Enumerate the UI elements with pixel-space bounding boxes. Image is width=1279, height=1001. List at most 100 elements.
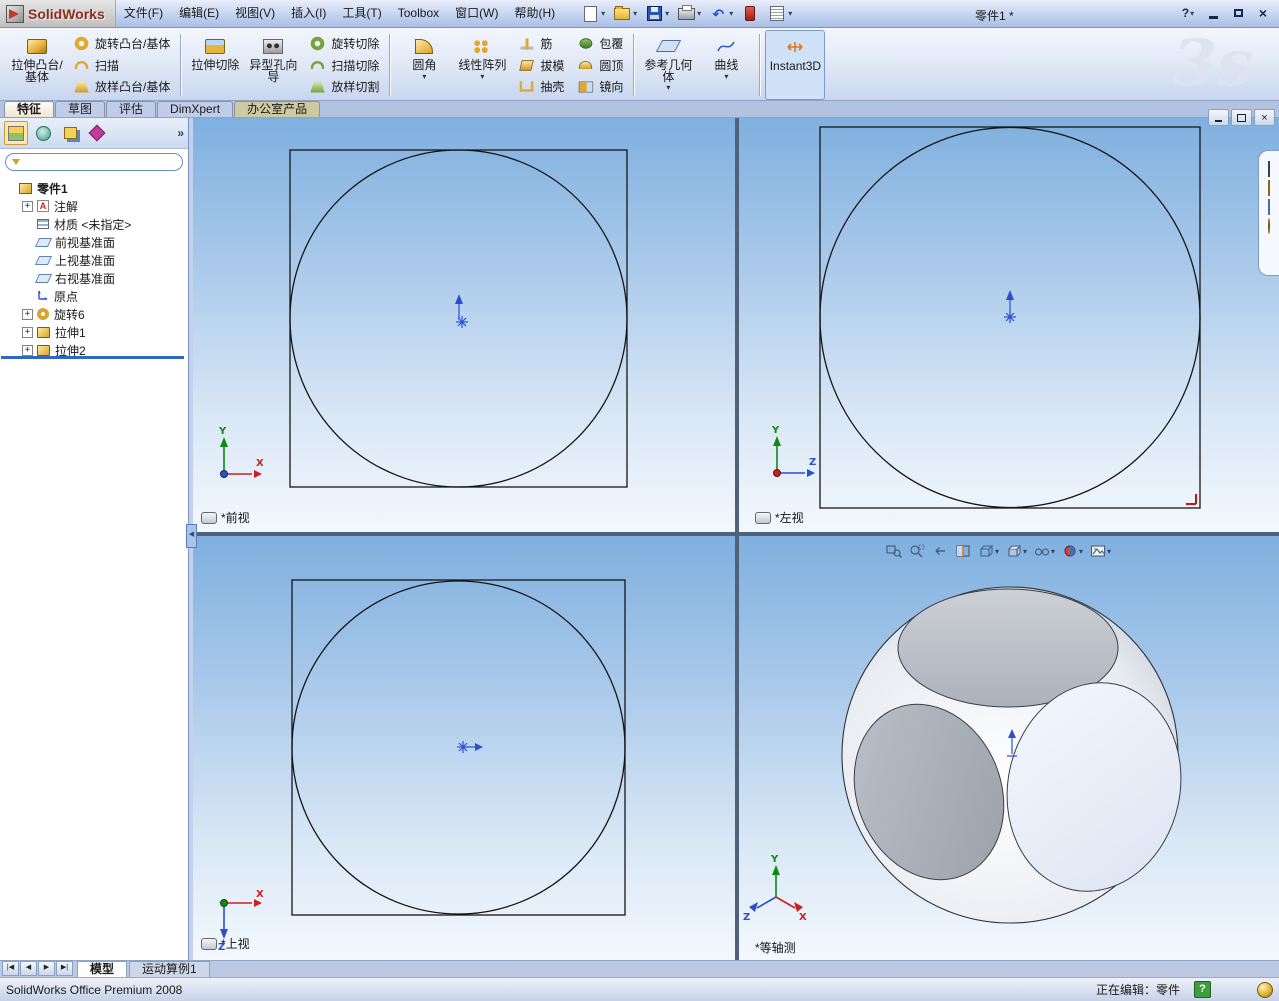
- linear-pattern-dropdown[interactable]: ▾: [480, 72, 484, 80]
- reference-geometry-dropdown[interactable]: ▾: [666, 84, 670, 92]
- help-button[interactable]: ? ▾: [1180, 4, 1196, 22]
- doc-minimize-button[interactable]: [1208, 109, 1229, 126]
- save-button[interactable]: ▾: [641, 3, 672, 25]
- tree-item-part[interactable]: 零件1: [0, 179, 188, 197]
- curves-button[interactable]: 曲线 ▾: [697, 30, 755, 100]
- maximize-button[interactable]: [1230, 4, 1246, 22]
- viewport-left[interactable]: Y Z *左视: [739, 118, 1279, 532]
- menu-help[interactable]: 帮助(H): [506, 0, 563, 27]
- viewport-isometric[interactable]: Y X Z ▾ ▾ ▾ ▾ ▾ *等轴测: [739, 536, 1279, 960]
- scroll-prev-button[interactable]: ◀: [20, 961, 37, 976]
- filter-input[interactable]: [24, 155, 176, 169]
- menu-file[interactable]: 文件(F): [116, 0, 171, 27]
- menu-toolbox[interactable]: Toolbox: [390, 0, 447, 27]
- viewport-front[interactable]: Y X *前视: [193, 118, 735, 532]
- top-view-canvas[interactable]: X Z: [193, 536, 735, 960]
- expander-icon[interactable]: +: [22, 326, 33, 338]
- scene-button[interactable]: ▾: [1088, 542, 1113, 560]
- appearances-button[interactable]: [1268, 218, 1270, 234]
- rib-button[interactable]: 筋: [513, 33, 568, 54]
- tree-item-extrude1[interactable]: + 拉伸1: [0, 323, 188, 341]
- linear-pattern-button[interactable]: 线性阵列 ▾: [453, 30, 511, 100]
- expander-icon[interactable]: +: [22, 200, 33, 212]
- tab-sketch[interactable]: 草图: [55, 101, 106, 117]
- rebuild-button[interactable]: [737, 3, 763, 25]
- sweep-boss-button[interactable]: 扫描: [68, 55, 174, 76]
- panel-overflow-button[interactable]: »: [177, 126, 184, 140]
- tree-item-revolve6[interactable]: + 旋转6: [0, 305, 188, 323]
- scroll-next-button[interactable]: ▶: [38, 961, 55, 976]
- tree-item-front-plane[interactable]: 前视基准面: [0, 233, 188, 251]
- mirror-button[interactable]: 镜向: [572, 76, 627, 97]
- menu-view[interactable]: 视图(V): [227, 0, 283, 27]
- wrap-button[interactable]: 包覆: [572, 33, 627, 54]
- curves-dropdown[interactable]: ▾: [724, 72, 728, 80]
- viewport-top[interactable]: X Z *上视: [193, 536, 735, 960]
- hole-wizard-button[interactable]: 异型孔向导: [244, 30, 302, 100]
- front-view-canvas[interactable]: Y X: [193, 118, 735, 532]
- reference-geometry-button[interactable]: 参考几何体 ▾: [639, 30, 697, 100]
- solid-model[interactable]: [829, 586, 1200, 924]
- tree-item-right-plane[interactable]: 右视基准面: [0, 269, 188, 287]
- doc-restore-button[interactable]: [1231, 109, 1252, 126]
- revolve-boss-button[interactable]: 旋转凸台/基体: [68, 33, 174, 54]
- menu-tools[interactable]: 工具(T): [334, 0, 389, 27]
- extrude-boss-button[interactable]: 拉伸凸台/基体: [8, 30, 66, 100]
- zoom-area-button[interactable]: [907, 542, 927, 560]
- previous-view-button[interactable]: [930, 542, 950, 560]
- rollback-bar[interactable]: [1, 356, 184, 359]
- dimxpertmanager-tab[interactable]: [85, 121, 109, 145]
- loft-cut-button[interactable]: 放样切割: [304, 76, 383, 97]
- instant3d-button[interactable]: Instant3D: [765, 30, 826, 100]
- view-palette-button[interactable]: [1268, 199, 1270, 215]
- doc-close-button[interactable]: ×: [1254, 109, 1275, 126]
- shell-button[interactable]: 抽壳: [513, 76, 568, 97]
- undo-button[interactable]: ↶ ▾: [705, 3, 736, 25]
- new-button[interactable]: ▾: [577, 3, 608, 25]
- scroll-first-button[interactable]: |◀: [2, 961, 19, 976]
- display-style-button[interactable]: ▾: [1004, 542, 1029, 560]
- pane-splitter-handle[interactable]: ◀: [186, 524, 197, 548]
- left-view-canvas[interactable]: Y Z: [739, 118, 1279, 532]
- tab-office-products[interactable]: 办公室产品: [234, 101, 321, 117]
- loft-boss-button[interactable]: 放样凸台/基体: [68, 76, 174, 97]
- tab-model[interactable]: 模型: [77, 961, 128, 977]
- tab-dimxpert[interactable]: DimXpert: [157, 101, 234, 117]
- horizontal-viewport-splitter[interactable]: [189, 532, 1279, 536]
- sweep-cut-button[interactable]: 扫描切除: [304, 55, 383, 76]
- quick-tips-button[interactable]: ?: [1194, 981, 1211, 998]
- print-button[interactable]: ▾: [673, 3, 704, 25]
- propertymanager-tab[interactable]: [31, 121, 55, 145]
- open-button[interactable]: ▾: [609, 3, 640, 25]
- section-view-button[interactable]: [953, 542, 973, 560]
- tab-features[interactable]: 特征: [4, 101, 55, 117]
- close-button[interactable]: ×: [1255, 4, 1271, 22]
- appearance-button[interactable]: ▾: [1060, 542, 1085, 560]
- menu-edit[interactable]: 编辑(E): [171, 0, 227, 27]
- menu-insert[interactable]: 插入(I): [283, 0, 334, 27]
- tree-item-material[interactable]: 材质 <未指定>: [0, 215, 188, 233]
- minimize-button[interactable]: [1205, 4, 1221, 22]
- view-orientation-button[interactable]: ▾: [976, 542, 1001, 560]
- options-button[interactable]: ▾: [764, 3, 795, 25]
- revolve-cut-button[interactable]: 旋转切除: [304, 33, 383, 54]
- tree-item-top-plane[interactable]: 上视基准面: [0, 251, 188, 269]
- file-explorer-button[interactable]: [1268, 180, 1270, 196]
- draft-button[interactable]: 拔模: [513, 55, 568, 76]
- expander-icon[interactable]: +: [22, 308, 33, 320]
- menu-window[interactable]: 窗口(W): [447, 0, 506, 27]
- zoom-fit-button[interactable]: [884, 542, 904, 560]
- extrude-cut-button[interactable]: 拉伸切除: [186, 30, 244, 100]
- fillet-button[interactable]: 圆角 ▾: [395, 30, 453, 100]
- fillet-dropdown[interactable]: ▾: [422, 72, 426, 80]
- design-library-button[interactable]: [1268, 161, 1270, 177]
- configurationmanager-tab[interactable]: [58, 121, 82, 145]
- dome-button[interactable]: 圆顶: [572, 55, 627, 76]
- featuremanager-tab[interactable]: [4, 121, 28, 145]
- hide-show-items-button[interactable]: ▾: [1032, 542, 1057, 560]
- expander-icon[interactable]: +: [22, 344, 33, 356]
- scroll-last-button[interactable]: ▶|: [56, 961, 73, 976]
- tab-evaluate[interactable]: 评估: [106, 101, 157, 117]
- tab-motion-study[interactable]: 运动算例1: [129, 961, 210, 977]
- tree-item-origin[interactable]: 原点: [0, 287, 188, 305]
